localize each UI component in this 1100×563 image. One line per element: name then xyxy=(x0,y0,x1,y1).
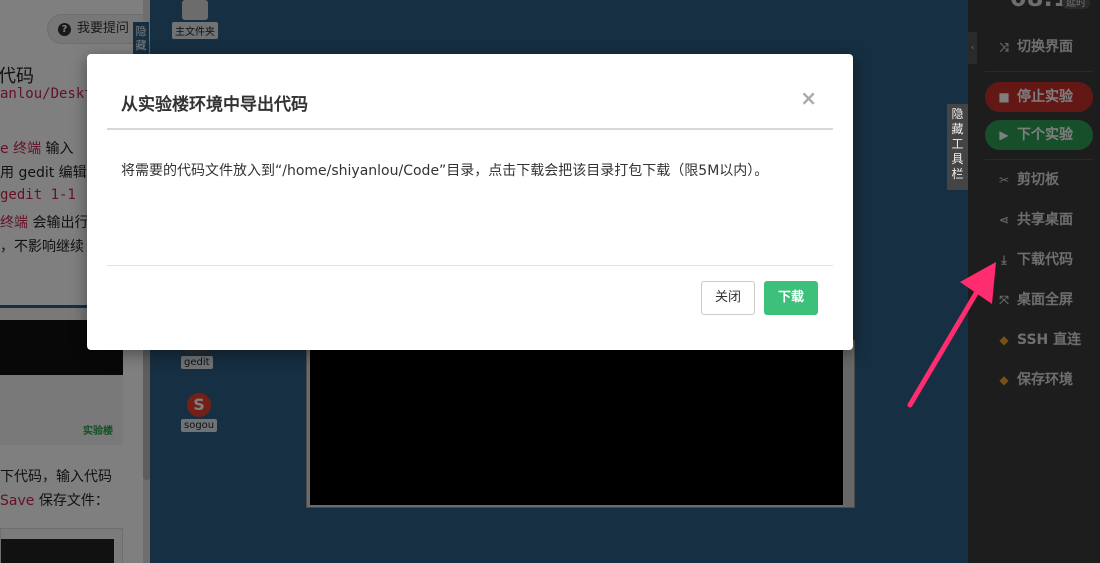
dialog-body-text: 将需要的代码文件放入到“/home/shiyanlou/Code”目录，点击下载… xyxy=(121,163,769,179)
download-button[interactable]: 下载 xyxy=(764,281,818,315)
dialog-footer-divider xyxy=(107,265,833,266)
export-code-dialog: 从实验楼环境中导出代码 × 将需要的代码文件放入到“/home/shiyanlo… xyxy=(87,54,853,350)
dialog-title: 从实验楼环境中导出代码 xyxy=(121,95,308,115)
close-button[interactable]: 关闭 xyxy=(701,281,755,315)
annotation-arrow xyxy=(907,262,996,408)
hide-toolbar-tab[interactable]: 隐藏工具栏 xyxy=(947,104,968,190)
close-icon[interactable]: × xyxy=(800,86,817,110)
dialog-header-divider xyxy=(107,128,833,130)
